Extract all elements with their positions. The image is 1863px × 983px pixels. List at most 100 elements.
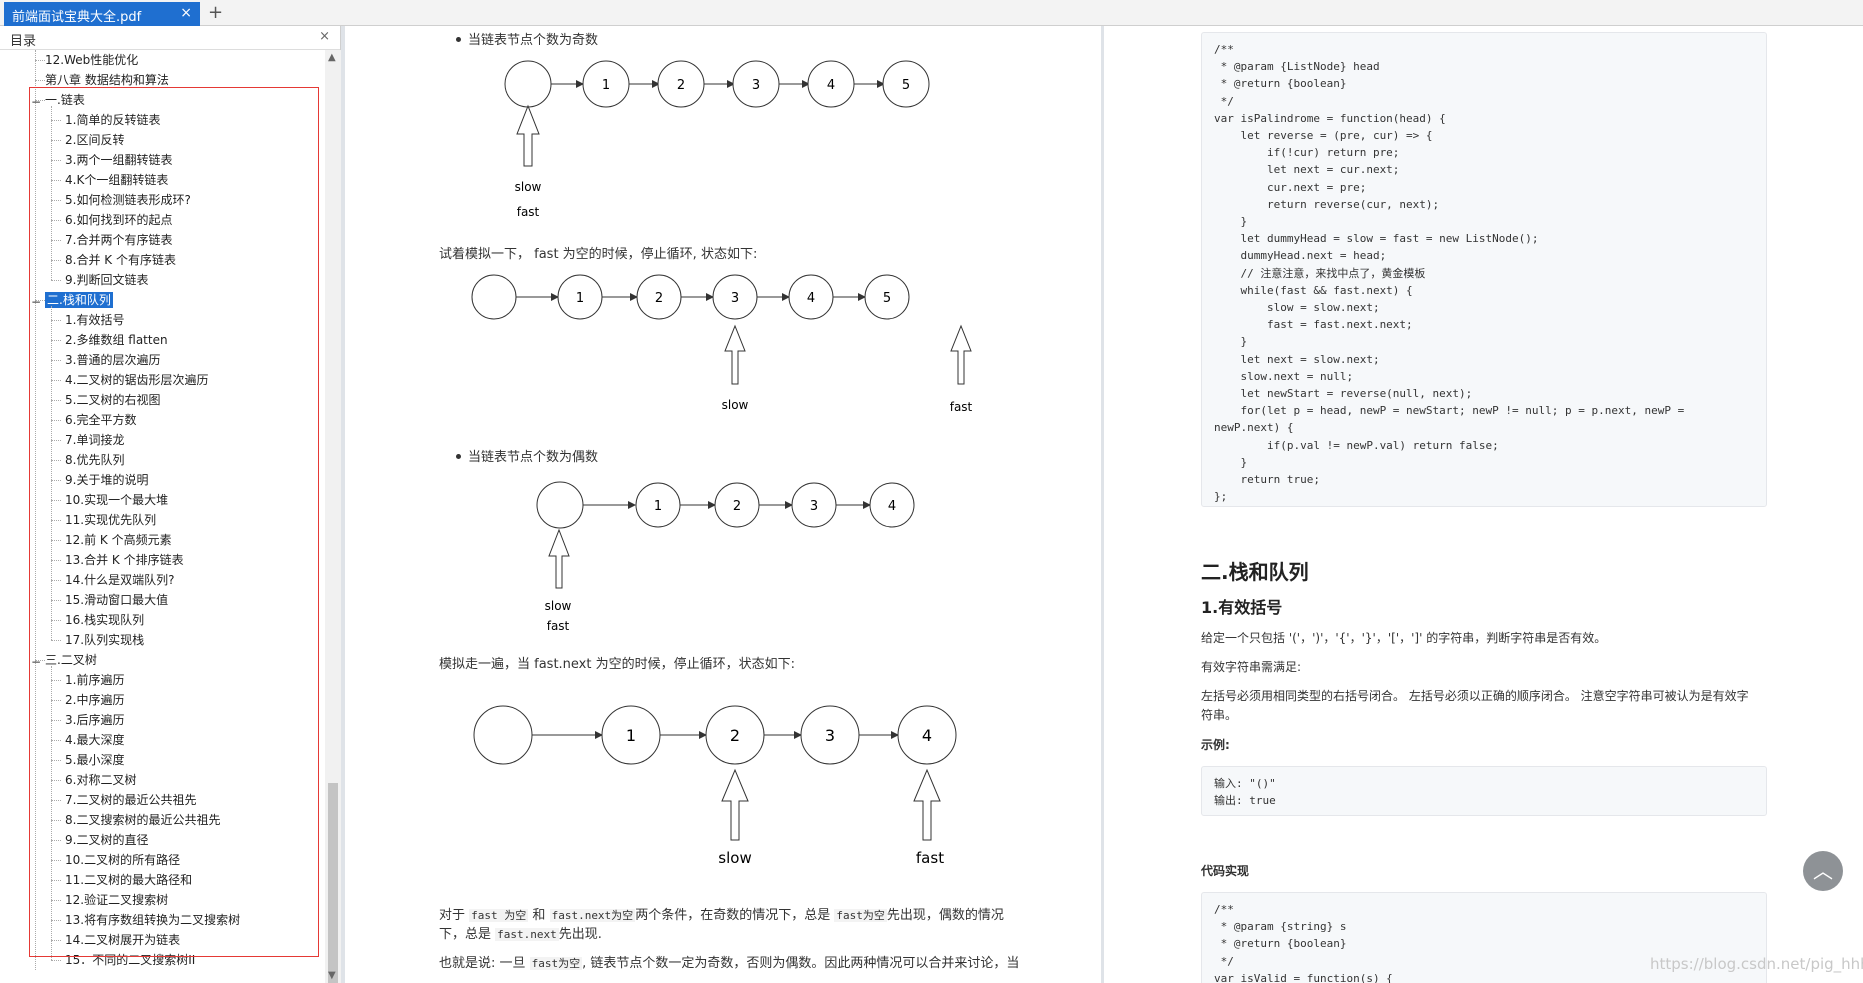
toc-item[interactable]: 6.完全平方数: [65, 410, 136, 430]
toc-item-label[interactable]: 4.最大深度: [65, 733, 124, 747]
toc-item-label[interactable]: 6.完全平方数: [65, 413, 136, 427]
toc-item-label[interactable]: 12.验证二叉搜索树: [65, 893, 168, 907]
collapse-toggle-icon[interactable]: −: [31, 295, 41, 309]
toc-item[interactable]: 9.判断回文链表: [65, 270, 148, 290]
new-tab-button[interactable]: +: [208, 2, 223, 23]
tab-title[interactable]: 前端面试宝典大全.pdf: [12, 10, 141, 25]
toc-item-label[interactable]: 1.前序遍历: [65, 673, 124, 687]
toc-item-label[interactable]: 7.二叉树的最近公共祖先: [65, 793, 196, 807]
toc-item[interactable]: 8.合并 K 个有序链表: [65, 250, 176, 270]
toc-item[interactable]: 1.有效括号: [65, 310, 124, 330]
toc-close-icon[interactable]: ×: [319, 29, 330, 44]
toc-item-label[interactable]: 1.有效括号: [65, 313, 124, 327]
toc-item[interactable]: 10.二叉树的所有路径: [65, 850, 180, 870]
scroll-down-icon[interactable]: ▼: [328, 970, 336, 981]
toc-item-label[interactable]: 3.普通的层次遍历: [65, 353, 160, 367]
toc-item-label[interactable]: 17.队列实现栈: [65, 633, 144, 647]
toc-item-label[interactable]: 8.优先队列: [65, 453, 124, 467]
toc-item-label[interactable]: 10.二叉树的所有路径: [65, 853, 180, 867]
toc-item-label[interactable]: 13.将有序数组转换为二叉搜索树: [65, 913, 240, 927]
toc-item[interactable]: 7.合并两个有序链表: [65, 230, 172, 250]
toc-item-label[interactable]: 6.如何找到环的起点: [65, 213, 172, 227]
toc-item-label[interactable]: 第八章 数据结构和算法: [45, 73, 169, 87]
toc-item[interactable]: 三.二叉树: [45, 650, 97, 670]
toc-item-label[interactable]: 7.单词接龙: [65, 433, 124, 447]
toc-item[interactable]: 11.实现优先队列: [65, 510, 156, 530]
toc-item[interactable]: 6.对称二叉树: [65, 770, 136, 790]
toc-item[interactable]: 4.二叉树的锯齿形层次遍历: [65, 370, 208, 390]
collapse-toggle-icon[interactable]: −: [31, 95, 41, 109]
toc-item[interactable]: 2.中序遍历: [65, 690, 124, 710]
toc-item[interactable]: 3.两个一组翻转链表: [65, 150, 172, 170]
toc-item[interactable]: 6.如何找到环的起点: [65, 210, 172, 230]
toc-item-label[interactable]: 9.二叉树的直径: [65, 833, 148, 847]
toc-item-label[interactable]: 14.什么是双端队列?: [65, 573, 174, 587]
toc-item[interactable]: 7.二叉树的最近公共祖先: [65, 790, 196, 810]
toc-item[interactable]: 8.二叉搜索树的最近公共祖先: [65, 810, 220, 830]
toc-item-label[interactable]: 11.实现优先队列: [65, 513, 156, 527]
toc-item-label[interactable]: 14.二叉树展开为链表: [65, 933, 180, 947]
toc-item-label[interactable]: 7.合并两个有序链表: [65, 233, 172, 247]
toc-item-label[interactable]: 4.K个一组翻转链表: [65, 173, 168, 187]
toc-item-label[interactable]: 5.最小深度: [65, 753, 124, 767]
toc-item[interactable]: 1.前序遍历: [65, 670, 124, 690]
toc-item[interactable]: 14.什么是双端队列?: [65, 570, 174, 590]
toc-item[interactable]: 2.区间反转: [65, 130, 124, 150]
toc-item[interactable]: 11.二叉树的最大路径和: [65, 870, 192, 890]
toc-item-label[interactable]: 15.滑动窗口最大值: [65, 593, 168, 607]
toc-item[interactable]: 4.K个一组翻转链表: [65, 170, 168, 190]
scroll-up-icon[interactable]: ▲: [328, 52, 336, 63]
toc-item[interactable]: 4.最大深度: [65, 730, 124, 750]
toc-item[interactable]: 12.验证二叉搜索树: [65, 890, 168, 910]
toc-item[interactable]: 17.队列实现栈: [65, 630, 144, 650]
toc-item-label[interactable]: 4.二叉树的锯齿形层次遍历: [65, 373, 208, 387]
toc-item-label[interactable]: 16.栈实现队列: [65, 613, 144, 627]
toc-item[interactable]: 8.优先队列: [65, 450, 124, 470]
toc-item-label[interactable]: 一.链表: [45, 93, 85, 107]
toc-item[interactable]: 15．不同的二叉搜索树II: [65, 950, 195, 970]
toc-item-label[interactable]: 5.二叉树的右视图: [65, 393, 160, 407]
toc-item-label[interactable]: 11.二叉树的最大路径和: [65, 873, 192, 887]
toc-item[interactable]: 9.二叉树的直径: [65, 830, 148, 850]
toc-item-label[interactable]: 二.栈和队列: [45, 292, 113, 308]
toc-item-label[interactable]: 8.二叉搜索树的最近公共祖先: [65, 813, 220, 827]
toc-item-label[interactable]: 2.中序遍历: [65, 693, 124, 707]
toc-item-label[interactable]: 12.前 K 个高频元素: [65, 533, 172, 547]
scroll-to-top-button[interactable]: ︿: [1803, 851, 1843, 891]
toc-scrollbar[interactable]: ▲ ▼: [325, 50, 341, 983]
toc-item-label[interactable]: 3.两个一组翻转链表: [65, 153, 172, 167]
toc-item[interactable]: 1.简单的反转链表: [65, 110, 160, 130]
toc-item-label[interactable]: 2.区间反转: [65, 133, 124, 147]
toc-item[interactable]: 16.栈实现队列: [65, 610, 144, 630]
toc-item[interactable]: 5.二叉树的右视图: [65, 390, 160, 410]
document-tab[interactable]: 前端面试宝典大全.pdf ×: [4, 2, 200, 26]
toc-item[interactable]: 13.将有序数组转换为二叉搜索树: [65, 910, 240, 930]
toc-item-label[interactable]: 10.实现一个最大堆: [65, 493, 168, 507]
toc-item[interactable]: 13.合并 K 个排序链表: [65, 550, 184, 570]
toc-item[interactable]: 12.前 K 个高频元素: [65, 530, 172, 550]
tab-close-icon[interactable]: ×: [180, 5, 192, 21]
collapse-toggle-icon[interactable]: −: [31, 655, 41, 669]
toc-item[interactable]: 第八章 数据结构和算法: [45, 70, 169, 90]
toc-item[interactable]: 3.普通的层次遍历: [65, 350, 160, 370]
toc-item-label[interactable]: 9.判断回文链表: [65, 273, 148, 287]
toc-item[interactable]: 10.实现一个最大堆: [65, 490, 168, 510]
toc-item[interactable]: 5.如何检测链表形成环?: [65, 190, 191, 210]
scroll-thumb[interactable]: [328, 783, 338, 983]
toc-item-label[interactable]: 15．不同的二叉搜索树II: [65, 953, 195, 967]
toc-item[interactable]: 15.滑动窗口最大值: [65, 590, 168, 610]
toc-item[interactable]: 7.单词接龙: [65, 430, 124, 450]
toc-item-label[interactable]: 3.后序遍历: [65, 713, 124, 727]
toc-item-label[interactable]: 9.关于堆的说明: [65, 473, 148, 487]
toc-item[interactable]: 5.最小深度: [65, 750, 124, 770]
toc-item[interactable]: 12.Web性能优化: [45, 50, 138, 70]
toc-item-label[interactable]: 1.简单的反转链表: [65, 113, 160, 127]
toc-item-label[interactable]: 13.合并 K 个排序链表: [65, 553, 184, 567]
toc-item-label[interactable]: 2.多维数组 flatten: [65, 333, 168, 347]
toc-item-label[interactable]: 6.对称二叉树: [65, 773, 136, 787]
toc-item[interactable]: 3.后序遍历: [65, 710, 124, 730]
toc-item-label[interactable]: 5.如何检测链表形成环?: [65, 193, 191, 207]
toc-item-label[interactable]: 12.Web性能优化: [45, 53, 138, 67]
toc-item-label[interactable]: 8.合并 K 个有序链表: [65, 253, 176, 267]
toc-item[interactable]: 14.二叉树展开为链表: [65, 930, 180, 950]
